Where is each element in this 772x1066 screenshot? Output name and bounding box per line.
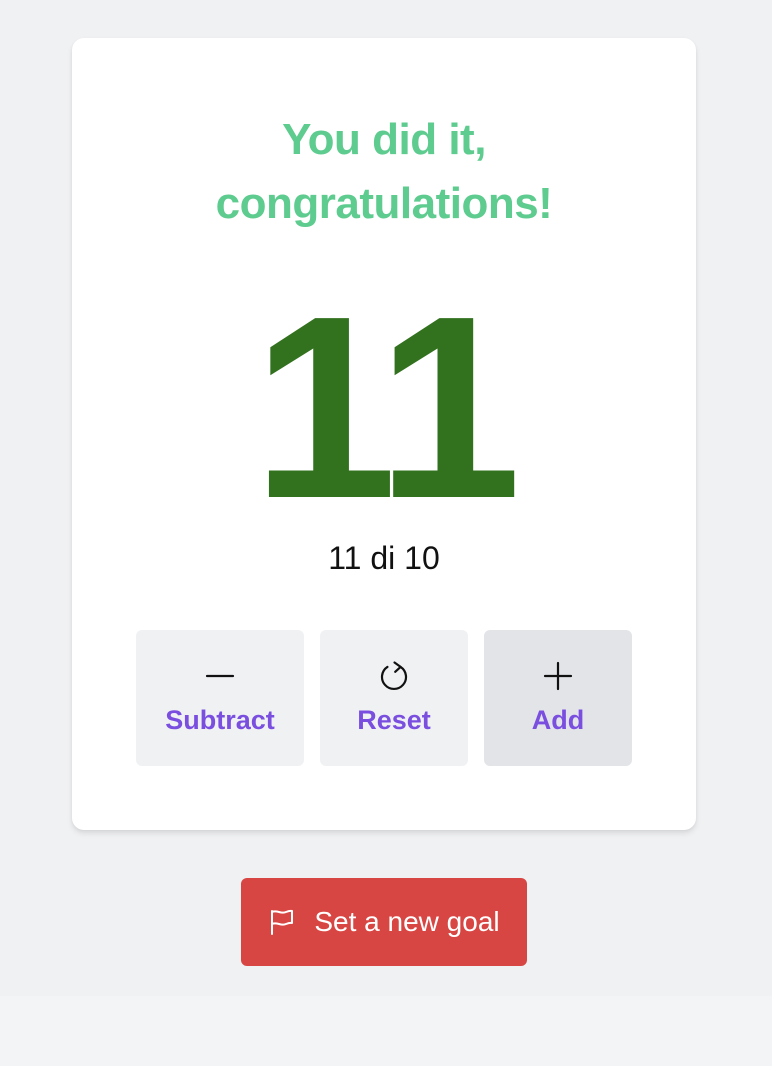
counter-card: You did it, congratulations! 11 11 di 10… xyxy=(72,38,696,830)
set-new-goal-label: Set a new goal xyxy=(314,906,500,937)
subtract-label: Subtract xyxy=(165,705,275,735)
set-new-goal-button[interactable]: Set a new goal xyxy=(241,878,527,966)
subtract-button[interactable]: Subtract xyxy=(136,630,304,766)
reset-icon xyxy=(380,661,408,691)
reset-label: Reset xyxy=(357,705,431,735)
add-label: Add xyxy=(531,705,585,735)
add-button[interactable]: Add xyxy=(484,630,632,766)
page-footer-band xyxy=(0,996,772,1066)
reset-button[interactable]: Reset xyxy=(320,630,468,766)
counter-value: 11 xyxy=(252,263,522,553)
minus-icon xyxy=(205,674,235,678)
heading-line-1: You did it, xyxy=(282,115,486,164)
heading-line-2: congratulations! xyxy=(215,179,553,228)
flag-icon xyxy=(271,909,294,935)
congratulations-heading: You did it, congratulations! xyxy=(72,108,696,236)
plus-icon xyxy=(543,661,573,691)
goal-progress-text: 11 di 10 xyxy=(328,540,440,576)
